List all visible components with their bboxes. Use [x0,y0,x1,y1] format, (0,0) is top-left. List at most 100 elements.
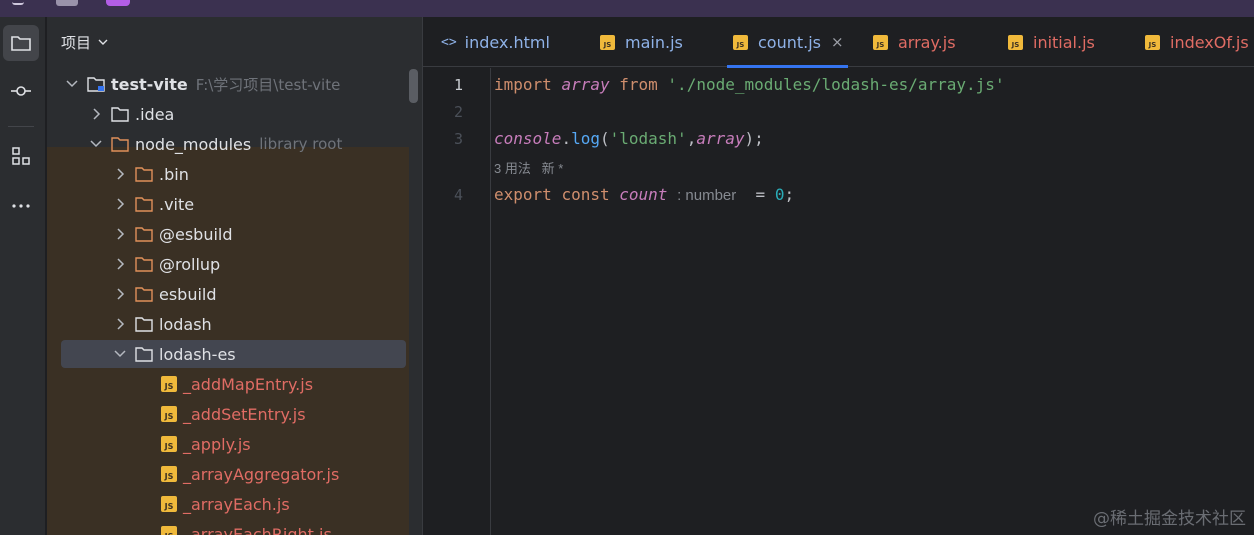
project-tool-button[interactable] [3,25,39,61]
code-line-1[interactable]: import array from './node_modules/lodash… [494,75,1005,94]
keyword: const [561,185,610,204]
identifier: array [696,129,745,148]
tab-label: main.js [625,32,683,52]
tree-item-js-file[interactable]: JS _arrayAggregator.js [47,459,409,489]
folder-icon [111,107,129,122]
code-line-4[interactable]: export const count : number = 0; [494,185,794,204]
tree-item-label: esbuild [159,284,217,304]
tab-label: indexOf.js [1170,32,1249,52]
tree-item-js-file[interactable]: JS _addSetEntry.js [47,399,409,429]
js-file-icon: JS [600,34,615,50]
js-file-icon: JS [161,496,177,512]
tree-item-rollup-scope[interactable]: @rollup [47,249,409,279]
tree-item-js-file[interactable]: JS _addMapEntry.js [47,369,409,399]
project-panel-title: 项目 [61,33,92,52]
tree-item-esbuild-scope[interactable]: @esbuild [47,219,409,249]
keyword: from [619,75,658,94]
line-number: 3 [453,130,463,148]
tree-item-idea[interactable]: .idea [47,99,409,129]
chevron-right-icon[interactable] [113,287,127,301]
punctuation: . [561,129,572,148]
commit-icon [11,86,31,96]
operator: = [755,185,766,204]
js-file-icon: JS [873,34,888,50]
commit-tool-button[interactable] [3,73,39,109]
line-number-gutter: 1 2 3 4 [423,68,491,535]
tree-item-node-modules[interactable]: node_modules library root [47,129,409,159]
structure-tool-button[interactable] [3,138,39,174]
tab-indexof-js[interactable]: JS indexOf.js [1145,17,1249,67]
tab-main-js[interactable]: JS main.js [600,17,683,67]
activity-bar [0,17,46,535]
code-line-3[interactable]: console.log('lodash',array); [494,129,764,148]
editor-area: <> index.html JS main.js JS count.js × J… [422,17,1254,535]
project-panel-header[interactable]: 项目 [47,17,422,67]
tree-item-label: test-vite [111,74,188,94]
folder-icon [135,317,153,332]
window-icon[interactable] [56,0,78,6]
tab-count-js[interactable]: JS count.js × [727,17,848,68]
chevron-down-icon[interactable] [65,77,79,91]
js-file-icon: JS [161,376,177,392]
js-file-icon: JS [733,34,748,50]
tree-item-label: .bin [159,164,189,184]
watermark: @稀土掘金技术社区 [1093,509,1246,529]
number-literal: 0 [774,185,785,204]
tree-item-label: lodash [159,314,212,334]
chevron-right-icon[interactable] [113,257,127,271]
chevron-down-icon[interactable] [89,137,103,151]
back-icon[interactable] [12,0,24,5]
tree-item-js-file[interactable]: JS _arrayEach.js [47,489,409,519]
js-file-icon: JS [1145,34,1160,50]
title-bar-strip [0,0,1254,17]
tree-item-hint: library root [259,135,343,153]
tree-item-label: @esbuild [159,224,233,244]
tab-index-html[interactable]: <> index.html [441,17,550,67]
string-literal: 'lodash' [609,129,687,148]
tree-item-js-file[interactable]: JS _arrayEachRight.js [47,519,409,535]
tab-array-js[interactable]: JS array.js [873,17,956,67]
code-editor[interactable]: import array from './node_modules/lodash… [494,68,1254,535]
usages-hint[interactable]: 3 用法 新 * [494,158,563,177]
tree-item-vite[interactable]: .vite [47,189,409,219]
keyword: import [494,75,552,94]
tree-item-label: .vite [159,194,195,214]
chevron-right-icon[interactable] [113,317,127,331]
project-panel: 项目 test-vite F:\学习项目\test-vite .idea nod… [47,17,422,535]
line-number: 1 [453,76,463,94]
chevron-right-icon[interactable] [89,107,103,121]
line-number: 2 [453,103,463,121]
tree-scrollbar[interactable] [409,69,418,103]
identifier: array [561,75,610,94]
chevron-right-icon[interactable] [113,167,127,181]
folder-icon [135,197,153,212]
chevron-down-icon[interactable] [113,347,127,361]
tree-item-label: _apply.js [183,434,251,454]
chevron-right-icon[interactable] [113,227,127,241]
js-file-icon: JS [161,436,177,452]
more-tools-button[interactable] [3,188,39,224]
tree-item-esbuild[interactable]: esbuild [47,279,409,309]
activity-separator [8,126,34,127]
js-file-icon: JS [161,466,177,482]
js-file-icon: JS [161,406,177,422]
chevron-down-icon[interactable] [97,36,109,48]
chevron-right-icon[interactable] [113,197,127,211]
close-icon[interactable]: × [831,33,844,51]
folder-icon [135,347,153,362]
tree-item-bin[interactable]: .bin [47,159,409,189]
tree-item-test-vite[interactable]: test-vite F:\学习项目\test-vite [47,69,409,99]
folder-icon [135,227,153,242]
tab-initial-js[interactable]: JS initial.js [1008,17,1095,67]
tree-item-lodash[interactable]: lodash [47,309,409,339]
identifier: count [619,185,668,204]
tree-item-label: _arrayAggregator.js [183,464,340,484]
tree-item-lodash-es[interactable]: lodash-es [47,339,409,369]
folder-icon [11,36,31,51]
punctuation: , [686,129,697,148]
punctuation: ; [784,185,795,204]
tab-label: initial.js [1033,32,1095,52]
app-logo-icon [106,0,130,6]
js-file-icon: JS [161,526,177,535]
tree-item-js-file[interactable]: JS _apply.js [47,429,409,459]
